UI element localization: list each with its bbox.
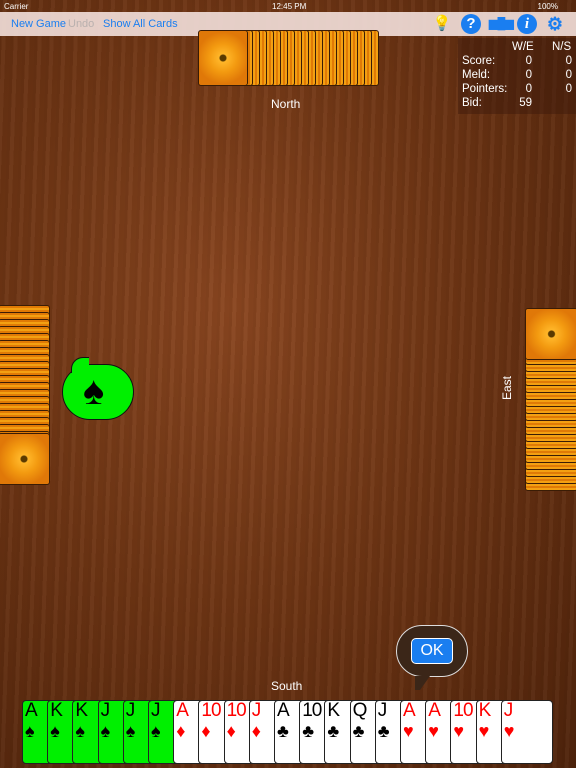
score-ns: 0	[565, 55, 572, 67]
we-header: W/E	[512, 41, 534, 53]
score-we: 59	[519, 97, 532, 109]
ns-header: N/S	[552, 41, 572, 53]
scoreboard: W/E N/S Score: 0 0 Meld: 0 0 Pointers: 0 0 Bid: 59	[458, 38, 576, 114]
card-rank: J	[503, 700, 514, 721]
ok-button[interactable]: OK	[411, 638, 453, 664]
battery: 100%	[537, 2, 558, 11]
card-suit-icon: ♥	[503, 721, 515, 741]
carrier: Carrier	[4, 2, 29, 11]
score-label: Score:	[462, 55, 496, 67]
score-we: 0	[525, 83, 532, 95]
trump-spade-icon: ♠	[83, 369, 105, 413]
south-label: South	[271, 679, 303, 693]
ok-bubble: OK	[396, 625, 468, 690]
show-all-cards-button[interactable]: Show All Cards	[103, 18, 178, 30]
score-we: 0	[525, 69, 532, 81]
new-game-button[interactable]: New Game	[11, 18, 66, 30]
help-icon[interactable]: ?	[461, 14, 481, 34]
hand-card[interactable]: J ♥	[500, 700, 553, 764]
undo-button[interactable]: Undo	[68, 18, 94, 30]
score-we: 0	[525, 55, 532, 67]
east-label: East	[500, 375, 514, 400]
card-back	[198, 30, 248, 86]
hint-lightbulb-icon[interactable]: 💡	[432, 14, 452, 34]
status-bar: Carrier 12:45 PM 100%	[0, 0, 576, 12]
score-ns: 0	[565, 83, 572, 95]
card-back	[525, 308, 576, 360]
north-label: North	[271, 97, 301, 111]
trump-bubble: ♠	[62, 357, 134, 420]
score-label: Bid:	[462, 97, 482, 109]
score-label: Meld:	[462, 69, 491, 81]
info-icon[interactable]: i	[517, 14, 537, 34]
score-label: Pointers:	[462, 83, 508, 95]
leaderboard-icon[interactable]: ▆█▆	[489, 14, 514, 34]
score-ns: 0	[565, 69, 572, 81]
clock: 12:45 PM	[272, 2, 307, 11]
settings-gear-icon[interactable]: ⚙	[545, 14, 565, 34]
card-back	[0, 433, 50, 485]
